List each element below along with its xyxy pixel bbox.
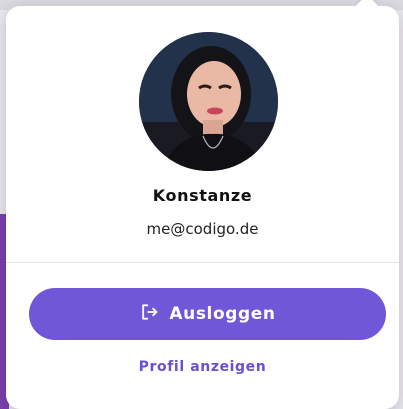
logout-icon xyxy=(139,302,159,327)
logout-label: Ausloggen xyxy=(169,304,276,324)
logout-button[interactable]: Ausloggen xyxy=(29,288,386,340)
user-name: Konstanze xyxy=(152,186,253,205)
view-profile-link[interactable]: Profil anzeigen xyxy=(6,359,399,375)
popover-caret xyxy=(355,0,379,18)
user-menu-popover: Konstanze me@codigo.de Ausloggen Profil … xyxy=(6,0,399,409)
avatar xyxy=(139,32,278,171)
divider xyxy=(6,262,399,263)
user-email: me@codigo.de xyxy=(146,220,259,238)
avatar-photo xyxy=(139,32,278,171)
